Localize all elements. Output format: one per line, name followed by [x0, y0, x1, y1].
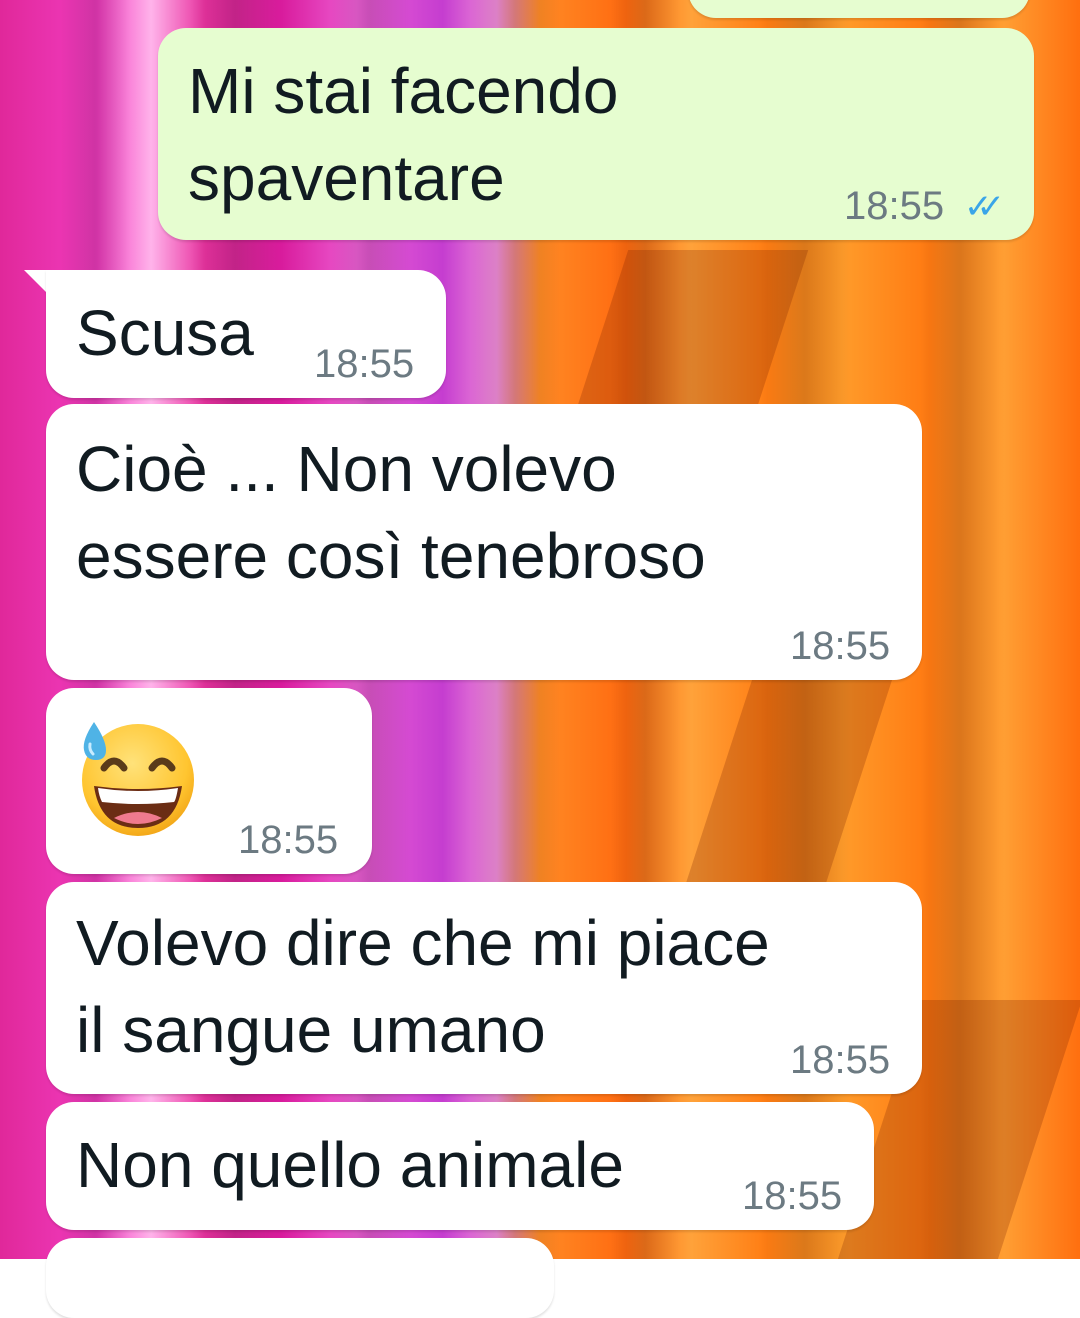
message-timestamp: 18:55	[790, 624, 891, 668]
message-bubble-incoming[interactable]: Non quello animale 18:55	[46, 1102, 874, 1230]
message-timestamp: 18:55	[742, 1174, 843, 1218]
message-bubble-outgoing[interactable]	[688, 0, 1030, 18]
message-bubble-incoming[interactable]: Cioè ... Non volevo essere così tenebros…	[46, 404, 922, 680]
message-bubble-outgoing[interactable]: Mi stai facendo spaventare 18:55 ✓✓	[158, 28, 1034, 240]
message-bubble-incoming[interactable]: 18:55	[46, 688, 372, 874]
message-text: Non quello animale	[76, 1129, 624, 1201]
message-timestamp: 18:55	[238, 818, 339, 862]
message-timestamp: 18:55	[844, 184, 945, 228]
message-bubble-incoming[interactable]: Volevo dire che mi piace il sangue umano…	[46, 882, 922, 1094]
grinning-face-with-sweat-icon	[82, 722, 194, 836]
message-bubble-incoming[interactable]: Scusa 18:55	[46, 270, 446, 398]
message-timestamp: 18:55	[790, 1038, 891, 1082]
message-timestamp: 18:55	[314, 342, 415, 386]
message-text: Volevo dire che mi piace il sangue umano	[76, 907, 770, 1066]
message-text: Mi stai facendo spaventare	[188, 55, 619, 214]
message-text: Scusa	[76, 297, 254, 369]
message-text: Cioè ... Non volevo essere così tenebros…	[76, 433, 706, 592]
double-check-read-icon: ✓✓	[964, 188, 1005, 226]
message-bubble-incoming[interactable]	[46, 1238, 554, 1318]
